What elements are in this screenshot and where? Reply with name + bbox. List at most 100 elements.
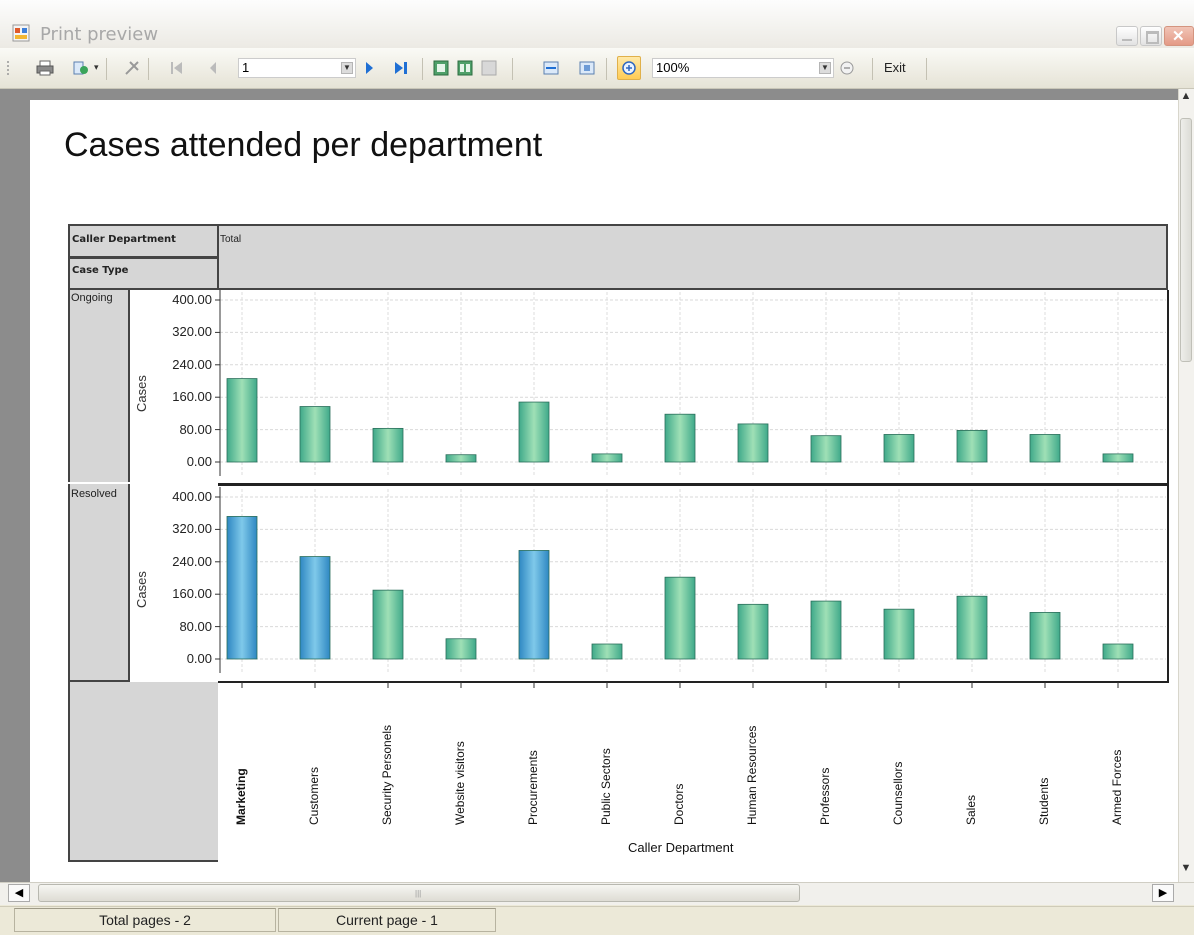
- header-total: Total: [218, 224, 1168, 290]
- bar-resolved-customers: [299, 556, 331, 660]
- title-bar: Print preview: [0, 0, 1194, 48]
- x-category-label: Armed Forces: [1110, 749, 1124, 825]
- chevron-down-icon[interactable]: ▼: [819, 62, 831, 74]
- page-number-field[interactable]: 1 ▼: [238, 58, 356, 78]
- bar-ongoing-marketing: [226, 378, 258, 463]
- y-tick-label: 0.00: [186, 454, 212, 469]
- y-tick-label: 80.00: [179, 421, 212, 437]
- chart-border-right: [1167, 290, 1169, 682]
- bar-ongoing-professors: [810, 435, 842, 463]
- header-total-label: Total: [220, 234, 242, 245]
- header-case-type-label: Case Type: [72, 265, 129, 276]
- header-caller-department-label: Caller Department: [72, 234, 176, 245]
- toolbar-separator: [606, 58, 607, 80]
- x-category-label: Security Personels: [380, 724, 394, 825]
- bar-resolved-doctors: [664, 576, 696, 660]
- close-button[interactable]: [1164, 26, 1194, 46]
- y-axis-title-ongoing: Cases: [134, 375, 149, 412]
- zoom-field[interactable]: 100% ▼: [652, 58, 834, 78]
- scroll-up-icon[interactable]: ▲: [1178, 90, 1194, 107]
- y-tick-label: 400.00: [172, 292, 212, 307]
- scroll-down-icon[interactable]: ▼: [1178, 862, 1194, 879]
- y-tick-label: 0.00: [186, 651, 212, 666]
- minimize-button[interactable]: [1116, 26, 1138, 46]
- vertical-scroll-thumb[interactable]: [1180, 118, 1192, 362]
- toolbar: ▾ 1 ▼ 100% ▼ Exit: [0, 48, 1194, 89]
- window-title: Print preview: [40, 24, 159, 45]
- bar-ongoing-sales: [956, 430, 988, 463]
- x-category-label: Procurements: [526, 750, 540, 825]
- page-setup-icon[interactable]: [72, 60, 90, 76]
- two-pages-icon[interactable]: [456, 60, 474, 76]
- print-icon[interactable]: [36, 60, 54, 76]
- x-category-label: Professors: [818, 767, 832, 825]
- row-label-resolved: Resolved: [71, 488, 117, 500]
- zoom-button[interactable]: [617, 56, 641, 80]
- toolbar-separator: [872, 58, 873, 80]
- toolbar-grip[interactable]: [6, 60, 10, 76]
- header-case-type: Case Type: [68, 258, 218, 290]
- bar-ongoing-security-personels: [372, 427, 404, 463]
- status-current-page: Current page - 1: [278, 908, 496, 932]
- bar-resolved-counsellors: [883, 608, 915, 660]
- x-category-label: Customers: [307, 766, 321, 825]
- fit-width-icon[interactable]: [542, 60, 560, 76]
- row-label-ongoing: Ongoing: [71, 292, 113, 304]
- zoom-out-icon[interactable]: [838, 60, 856, 76]
- next-page-icon[interactable]: [360, 60, 378, 76]
- bar-resolved-armed-forces: [1102, 643, 1134, 660]
- bar-ongoing-doctors: [664, 413, 696, 463]
- y-tick-label: 160.00: [172, 586, 212, 602]
- panel-divider: [218, 483, 1169, 486]
- exit-button[interactable]: Exit: [884, 60, 906, 75]
- x-category-label: Counsellors: [891, 761, 905, 825]
- bar-ongoing-counsellors: [883, 434, 915, 463]
- toolbar-separator: [926, 58, 927, 80]
- y-tick-label: 400.00: [172, 489, 212, 504]
- fit-page-icon[interactable]: [578, 60, 596, 76]
- bar-resolved-website-visitors: [445, 638, 477, 660]
- bar-resolved-procurements: [518, 550, 550, 660]
- bar-ongoing-armed-forces: [1102, 453, 1134, 463]
- y-tick-label: 320.00: [172, 324, 212, 340]
- first-page-icon[interactable]: [168, 60, 186, 76]
- multiple-pages-icon[interactable]: [480, 60, 498, 76]
- zoom-value: 100%: [656, 60, 690, 75]
- y-tick-label: 160.00: [172, 389, 212, 405]
- bar-resolved-students: [1029, 612, 1061, 660]
- bar-ongoing-website-visitors: [445, 454, 477, 463]
- x-category-label: Students: [1037, 777, 1051, 825]
- x-category-label: Sales: [964, 794, 978, 825]
- bar-ongoing-customers: [299, 406, 331, 463]
- x-axis-title: Caller Department: [628, 840, 734, 855]
- row-label-ongoing-cell: Ongoing: [68, 290, 130, 482]
- y-tick-label: 80.00: [179, 618, 212, 634]
- scroll-left-icon[interactable]: ◀: [8, 884, 30, 902]
- bar-resolved-sales: [956, 595, 988, 660]
- app-icon: [12, 24, 30, 42]
- scroll-right-icon[interactable]: ▶: [1152, 884, 1174, 902]
- y-tick-label: 240.00: [172, 356, 212, 372]
- chevron-down-icon[interactable]: ▼: [341, 62, 353, 74]
- x-category-label: Public Sectors: [599, 748, 613, 825]
- bar-resolved-public-sectors: [591, 643, 623, 660]
- preview-area[interactable]: Cases attended per department Caller Dep…: [0, 89, 1178, 890]
- chart-border-bottom: [218, 681, 1169, 683]
- toolbar-separator: [106, 58, 107, 80]
- chevron-down-icon[interactable]: ▾: [94, 62, 99, 82]
- bar-resolved-marketing: [226, 516, 258, 660]
- toolbar-separator: [148, 58, 149, 80]
- status-total-pages: Total pages - 2: [14, 908, 276, 932]
- zoom-in-icon: [622, 61, 636, 75]
- toolbar-separator: [422, 58, 423, 80]
- tools-icon[interactable]: [124, 60, 142, 76]
- x-category-label: Marketing: [234, 768, 248, 825]
- previous-page-icon[interactable]: [204, 60, 222, 76]
- x-category-label: Doctors: [672, 783, 686, 825]
- toolbar-separator: [512, 58, 513, 80]
- one-page-icon[interactable]: [432, 60, 450, 76]
- x-category-label: Website visitors: [453, 741, 467, 825]
- maximize-button[interactable]: [1140, 26, 1162, 46]
- last-page-icon[interactable]: [392, 60, 410, 76]
- bar-ongoing-public-sectors: [591, 453, 623, 463]
